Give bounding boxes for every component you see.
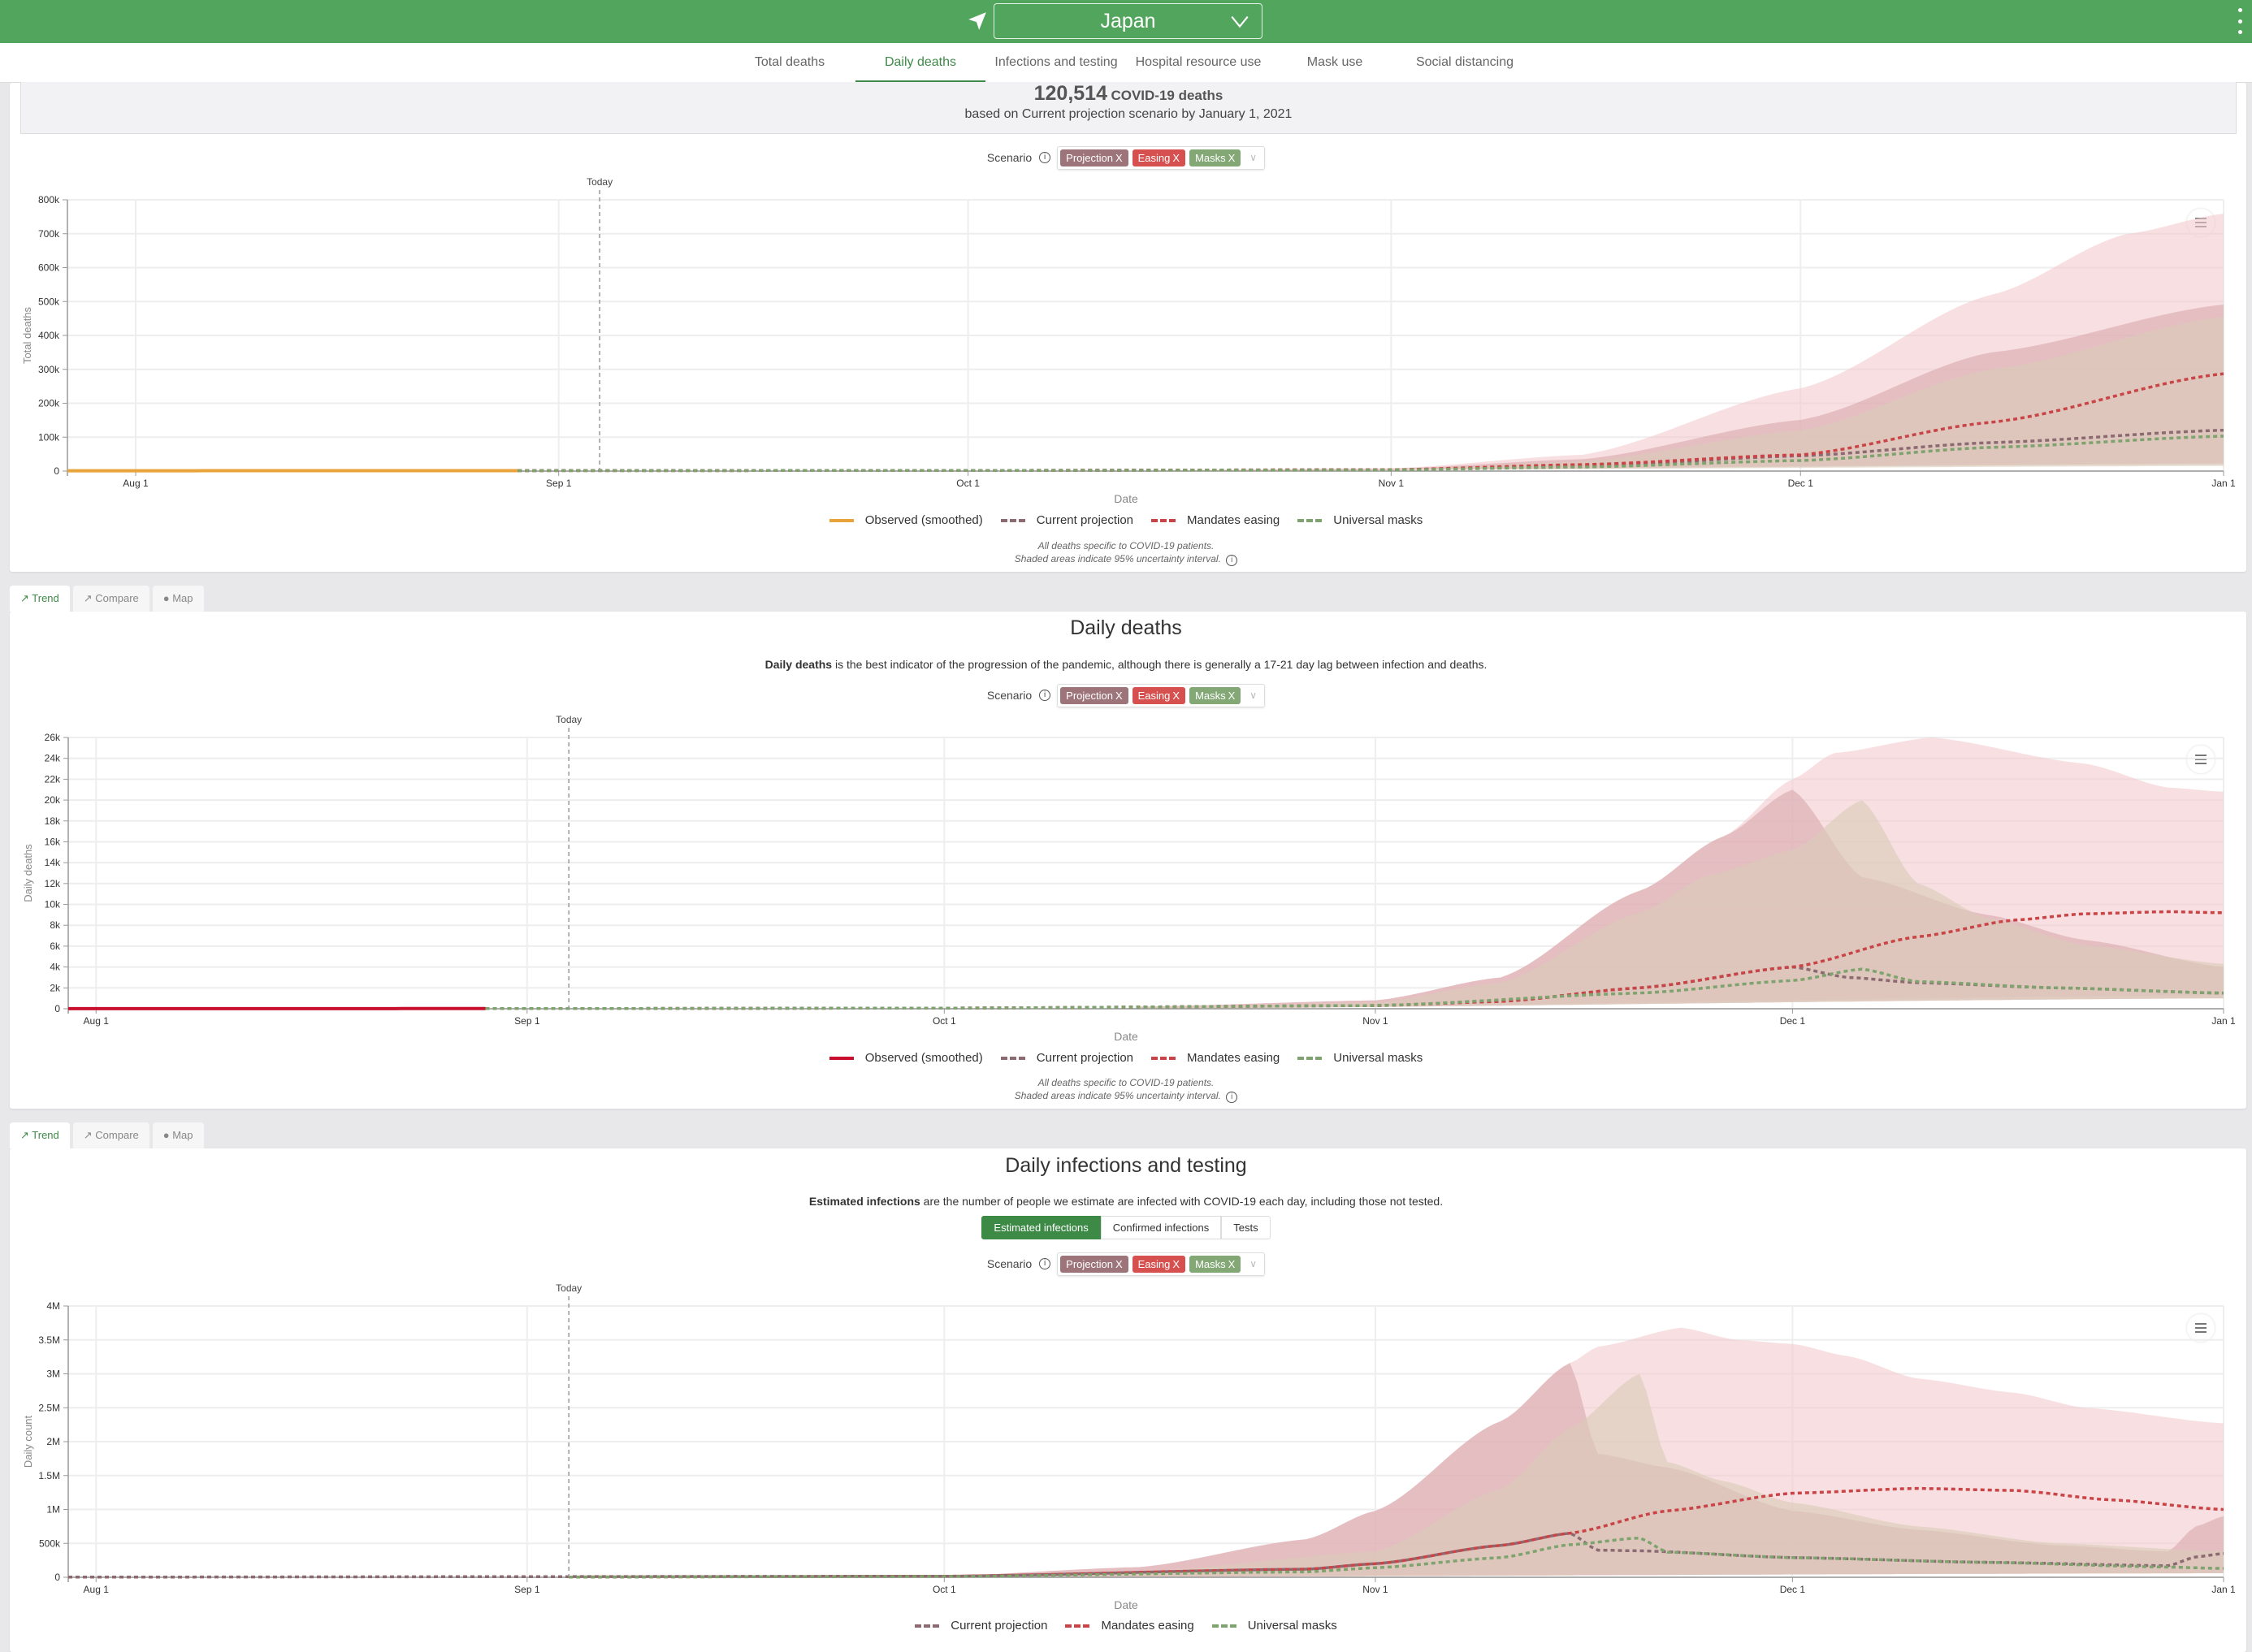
info-icon[interactable]: i xyxy=(1039,690,1050,701)
summary-subtitle: based on Current projection scenario by … xyxy=(21,107,2236,122)
chevron-down-icon[interactable]: ∨ xyxy=(1245,152,1262,163)
remove-icon[interactable]: X xyxy=(1172,1258,1180,1270)
x-axis-title: Date xyxy=(0,492,2252,505)
chart-legend: Current projection Mandates easing Unive… xyxy=(0,1619,2252,1633)
chart-legend: Observed (smoothed) Current projection M… xyxy=(0,513,2252,527)
chip-easing[interactable]: EasingX xyxy=(1132,149,1185,166)
scenario-label: Scenario xyxy=(987,151,1032,164)
chart-menu-button[interactable] xyxy=(2187,209,2215,236)
panel-title: Daily deaths xyxy=(0,616,2252,640)
view-tabs: ↗ Trend ↗ Compare ● Map xyxy=(10,586,204,612)
tab-map[interactable]: ● Map xyxy=(153,1122,204,1148)
tab-map[interactable]: ● Map xyxy=(153,586,204,612)
info-icon[interactable]: i xyxy=(1039,152,1050,163)
tab-hospital-resource-use[interactable]: Hospital resource use xyxy=(1128,43,1270,83)
total-deaths-unit: COVID-19 deaths xyxy=(1111,88,1223,103)
view-tabs: ↗ Trend ↗ Compare ● Map xyxy=(10,1122,204,1148)
legend-current-projection[interactable]: Current projection xyxy=(1001,513,1133,527)
note-line1: All deaths specific to COVID-19 patients… xyxy=(0,540,2252,551)
note-line2: Shaded areas indicate 95% uncertainty in… xyxy=(0,1090,2252,1103)
chart-legend: Observed (smoothed) Current projection M… xyxy=(0,1051,2252,1065)
scenario-multiselect[interactable]: ProjectionX EasingX MasksX ∨ xyxy=(1057,684,1265,707)
note-line1: All deaths specific to COVID-19 patients… xyxy=(0,1077,2252,1088)
scenario-selector: Scenario i ProjectionX EasingX MasksX ∨ xyxy=(0,682,2252,708)
panel-description: Daily deaths is the best indicator of th… xyxy=(0,658,2252,671)
scenario-selector: Scenario i ProjectionX EasingX MasksX ∨ xyxy=(0,1251,2252,1277)
legend-observed[interactable]: Observed (smoothed) xyxy=(829,513,983,527)
chip-projection[interactable]: ProjectionX xyxy=(1060,1256,1128,1273)
chart-menu-button[interactable] xyxy=(2187,746,2215,773)
tab-infections-and-testing[interactable]: Infections and testing xyxy=(986,43,1125,83)
total-deaths-number: 120,514 xyxy=(1034,82,1107,105)
tab-compare[interactable]: ↗ Compare xyxy=(73,586,149,612)
top-bar: Japan xyxy=(0,0,2252,43)
legend-observed[interactable]: Observed (smoothed) xyxy=(829,1051,983,1065)
tab-mask-use[interactable]: Mask use xyxy=(1299,43,1371,83)
remove-icon[interactable]: X xyxy=(1172,690,1180,702)
metric-toggle: Estimated infections Confirmed infection… xyxy=(0,1216,2252,1239)
summary-box: 120,514 COVID-19 deaths based on Current… xyxy=(20,82,2237,134)
scenario-multiselect[interactable]: ProjectionX EasingX MasksX ∨ xyxy=(1057,1252,1265,1276)
location-value: Japan xyxy=(1100,10,1155,33)
x-axis-title: Date xyxy=(0,1030,2252,1043)
toggle-confirmed-infections[interactable]: Confirmed infections xyxy=(1101,1216,1222,1239)
tab-daily-deaths[interactable]: Daily deaths xyxy=(855,43,985,83)
remove-icon[interactable]: X xyxy=(1228,152,1236,164)
chevron-down-icon xyxy=(1229,11,1250,32)
scenario-label: Scenario xyxy=(987,1257,1032,1270)
chevron-down-icon[interactable]: ∨ xyxy=(1245,1258,1262,1269)
location-arrow-icon[interactable] xyxy=(967,10,988,32)
legend-universal-masks[interactable]: Universal masks xyxy=(1297,1051,1423,1065)
note-line2: Shaded areas indicate 95% uncertainty in… xyxy=(0,553,2252,566)
remove-icon[interactable]: X xyxy=(1228,1258,1236,1270)
panel-title: Daily infections and testing xyxy=(0,1154,2252,1178)
legend-mandates-easing[interactable]: Mandates easing xyxy=(1151,513,1280,527)
legend-universal-masks[interactable]: Universal masks xyxy=(1297,513,1423,527)
info-icon[interactable]: i xyxy=(1226,555,1237,566)
legend-mandates-easing[interactable]: Mandates easing xyxy=(1065,1619,1193,1633)
chip-masks[interactable]: MasksX xyxy=(1189,687,1241,704)
legend-current-projection[interactable]: Current projection xyxy=(1001,1051,1133,1065)
tab-total-deaths[interactable]: Total deaths xyxy=(747,43,833,83)
chart-menu-button[interactable] xyxy=(2187,1314,2215,1342)
info-icon[interactable]: i xyxy=(1226,1092,1237,1103)
section-tabs: Total deaths Daily deaths Infections and… xyxy=(0,43,2252,83)
tab-trend[interactable]: ↗ Trend xyxy=(10,1122,70,1148)
scenario-multiselect[interactable]: ProjectionX EasingX MasksX ∨ xyxy=(1057,146,1265,170)
chip-projection[interactable]: ProjectionX xyxy=(1060,687,1128,704)
remove-icon[interactable]: X xyxy=(1228,690,1236,702)
remove-icon[interactable]: X xyxy=(1115,1258,1123,1270)
toggle-tests[interactable]: Tests xyxy=(1221,1216,1270,1239)
tab-trend[interactable]: ↗ Trend xyxy=(10,586,70,612)
panel-description: Estimated infections are the number of p… xyxy=(0,1195,2252,1208)
chip-projection[interactable]: ProjectionX xyxy=(1060,149,1128,166)
legend-mandates-easing[interactable]: Mandates easing xyxy=(1151,1051,1280,1065)
tab-compare[interactable]: ↗ Compare xyxy=(73,1122,149,1148)
scenario-selector: Scenario i ProjectionX EasingX MasksX ∨ xyxy=(0,145,2252,171)
legend-current-projection[interactable]: Current projection xyxy=(915,1619,1047,1633)
chip-easing[interactable]: EasingX xyxy=(1132,687,1185,704)
chip-masks[interactable]: MasksX xyxy=(1189,1256,1241,1273)
remove-icon[interactable]: X xyxy=(1172,152,1180,164)
remove-icon[interactable]: X xyxy=(1115,152,1123,164)
toggle-estimated-infections[interactable]: Estimated infections xyxy=(981,1216,1100,1239)
chip-masks[interactable]: MasksX xyxy=(1189,149,1241,166)
tab-social-distancing[interactable]: Social distancing xyxy=(1408,43,1522,83)
x-axis-title: Date xyxy=(0,1598,2252,1611)
scenario-label: Scenario xyxy=(987,689,1032,702)
kebab-menu-icon[interactable] xyxy=(2236,8,2244,34)
legend-universal-masks[interactable]: Universal masks xyxy=(1212,1619,1337,1633)
info-icon[interactable]: i xyxy=(1039,1258,1050,1269)
chip-easing[interactable]: EasingX xyxy=(1132,1256,1185,1273)
chevron-down-icon[interactable]: ∨ xyxy=(1245,690,1262,701)
remove-icon[interactable]: X xyxy=(1115,690,1123,702)
location-select[interactable]: Japan xyxy=(994,3,1262,39)
